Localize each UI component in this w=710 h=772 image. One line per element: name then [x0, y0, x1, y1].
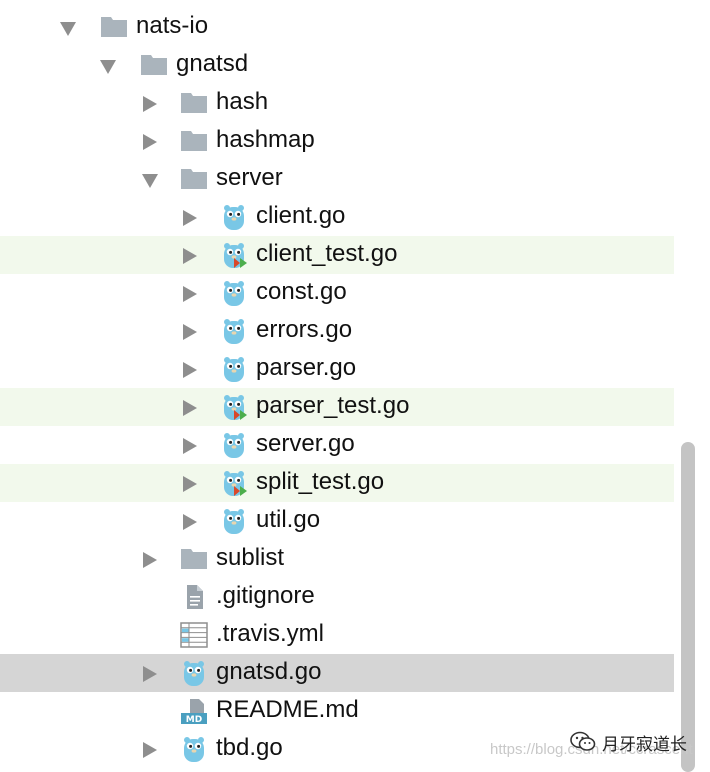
tree-item-label: split_test.go	[256, 468, 385, 495]
tree-item-parser-go[interactable]: parser.go	[0, 350, 674, 388]
chevron-right-icon[interactable]	[143, 742, 157, 758]
scrollbar-thumb[interactable]	[681, 442, 695, 772]
tree-item-split-test-go[interactable]: split_test.go	[0, 464, 674, 502]
tree-item-client-go[interactable]: client.go	[0, 198, 674, 236]
chevron-down-icon[interactable]	[100, 60, 116, 74]
chevron-down-icon[interactable]	[60, 22, 76, 36]
chevron-right-icon[interactable]	[183, 400, 197, 416]
tree-item-label: gnatsd.go	[216, 658, 322, 685]
chevron-down-icon[interactable]	[142, 174, 158, 188]
tree-item-label: .travis.yml	[216, 620, 324, 647]
tree-item-const-go[interactable]: const.go	[0, 274, 674, 312]
text-file-icon	[183, 584, 211, 610]
tree-item-label: README.md	[216, 696, 359, 723]
yaml-file-icon	[180, 622, 208, 648]
go-gopher-icon	[220, 508, 248, 534]
tree-item-gitignore[interactable]: .gitignore	[0, 578, 674, 616]
go-gopher-icon	[220, 432, 248, 458]
tree-item-label: server	[216, 164, 283, 191]
go-gopher-icon	[220, 280, 248, 306]
tree-item-client-test-go[interactable]: client_test.go	[0, 236, 674, 274]
chevron-right-icon[interactable]	[183, 476, 197, 492]
tree-item-label: parser_test.go	[256, 392, 410, 419]
tree-item-sublist[interactable]: sublist	[0, 540, 674, 578]
tree-item-errors-go[interactable]: errors.go	[0, 312, 674, 350]
tree-item-label: errors.go	[256, 316, 353, 343]
tree-item-label: nats-io	[136, 12, 209, 39]
watermark-brand-text: 月牙寂道长	[602, 734, 687, 755]
tree-item-nats-io[interactable]: nats-io	[0, 8, 674, 46]
tree-item-label: gnatsd	[176, 50, 249, 77]
markdown-file-icon: MD	[180, 698, 208, 725]
watermark-brand: 月牙寂道长	[570, 729, 687, 755]
chevron-right-icon[interactable]	[183, 210, 197, 226]
tree-item-label: const.go	[256, 278, 347, 305]
chevron-right-icon[interactable]	[183, 286, 197, 302]
tree-item-parser-test-go[interactable]: parser_test.go	[0, 388, 674, 426]
tree-item-label: parser.go	[256, 354, 357, 381]
chevron-right-icon[interactable]	[183, 514, 197, 530]
folder-icon	[100, 14, 128, 40]
tree-item-travis-yml[interactable]: .travis.yml	[0, 616, 674, 654]
go-test-gopher-icon	[220, 470, 248, 496]
tree-item-server-go[interactable]: server.go	[0, 426, 674, 464]
tree-item-label: hashmap	[216, 126, 315, 153]
tree-item-README-md[interactable]: MD README.md	[0, 692, 674, 730]
go-test-gopher-icon	[220, 394, 248, 420]
tree-item-label: server.go	[256, 430, 355, 457]
tree-item-gnatsd[interactable]: gnatsd	[0, 46, 674, 84]
tree-item-gnatsd-go[interactable]: gnatsd.go	[0, 654, 674, 692]
tree-item-server[interactable]: server	[0, 160, 674, 198]
chevron-right-icon[interactable]	[143, 96, 157, 112]
chevron-right-icon[interactable]	[143, 134, 157, 150]
tree-item-label: .gitignore	[216, 582, 315, 609]
chevron-right-icon[interactable]	[183, 362, 197, 378]
tree-item-label: sublist	[216, 544, 285, 571]
tree-item-hashmap[interactable]: hashmap	[0, 122, 674, 160]
go-gopher-icon	[220, 204, 248, 230]
chevron-right-icon[interactable]	[183, 324, 197, 340]
tree-item-hash[interactable]: hash	[0, 84, 674, 122]
tree-item-label: client.go	[256, 202, 346, 229]
go-test-gopher-icon	[220, 242, 248, 268]
chevron-right-icon[interactable]	[183, 438, 197, 454]
chevron-right-icon[interactable]	[143, 666, 157, 682]
folder-icon	[180, 128, 208, 154]
folder-icon	[180, 90, 208, 116]
tree-item-label: util.go	[256, 506, 321, 533]
folder-icon	[180, 546, 208, 572]
chevron-right-icon[interactable]	[183, 248, 197, 264]
chevron-right-icon[interactable]	[143, 552, 157, 568]
go-gopher-icon	[220, 356, 248, 382]
go-gopher-icon	[180, 660, 208, 686]
folder-icon	[140, 52, 168, 78]
go-gopher-icon	[180, 736, 208, 762]
folder-icon	[180, 166, 208, 192]
wechat-icon	[570, 731, 596, 751]
project-tree: nats-io gnatsd hash hashmap server client.go c…	[0, 0, 674, 772]
svg-text:MD: MD	[186, 715, 202, 724]
go-gopher-icon	[220, 318, 248, 344]
tree-item-label: client_test.go	[256, 240, 398, 267]
tree-item-label: hash	[216, 88, 269, 115]
tree-item-util-go[interactable]: util.go	[0, 502, 674, 540]
tree-item-label: tbd.go	[216, 734, 283, 761]
